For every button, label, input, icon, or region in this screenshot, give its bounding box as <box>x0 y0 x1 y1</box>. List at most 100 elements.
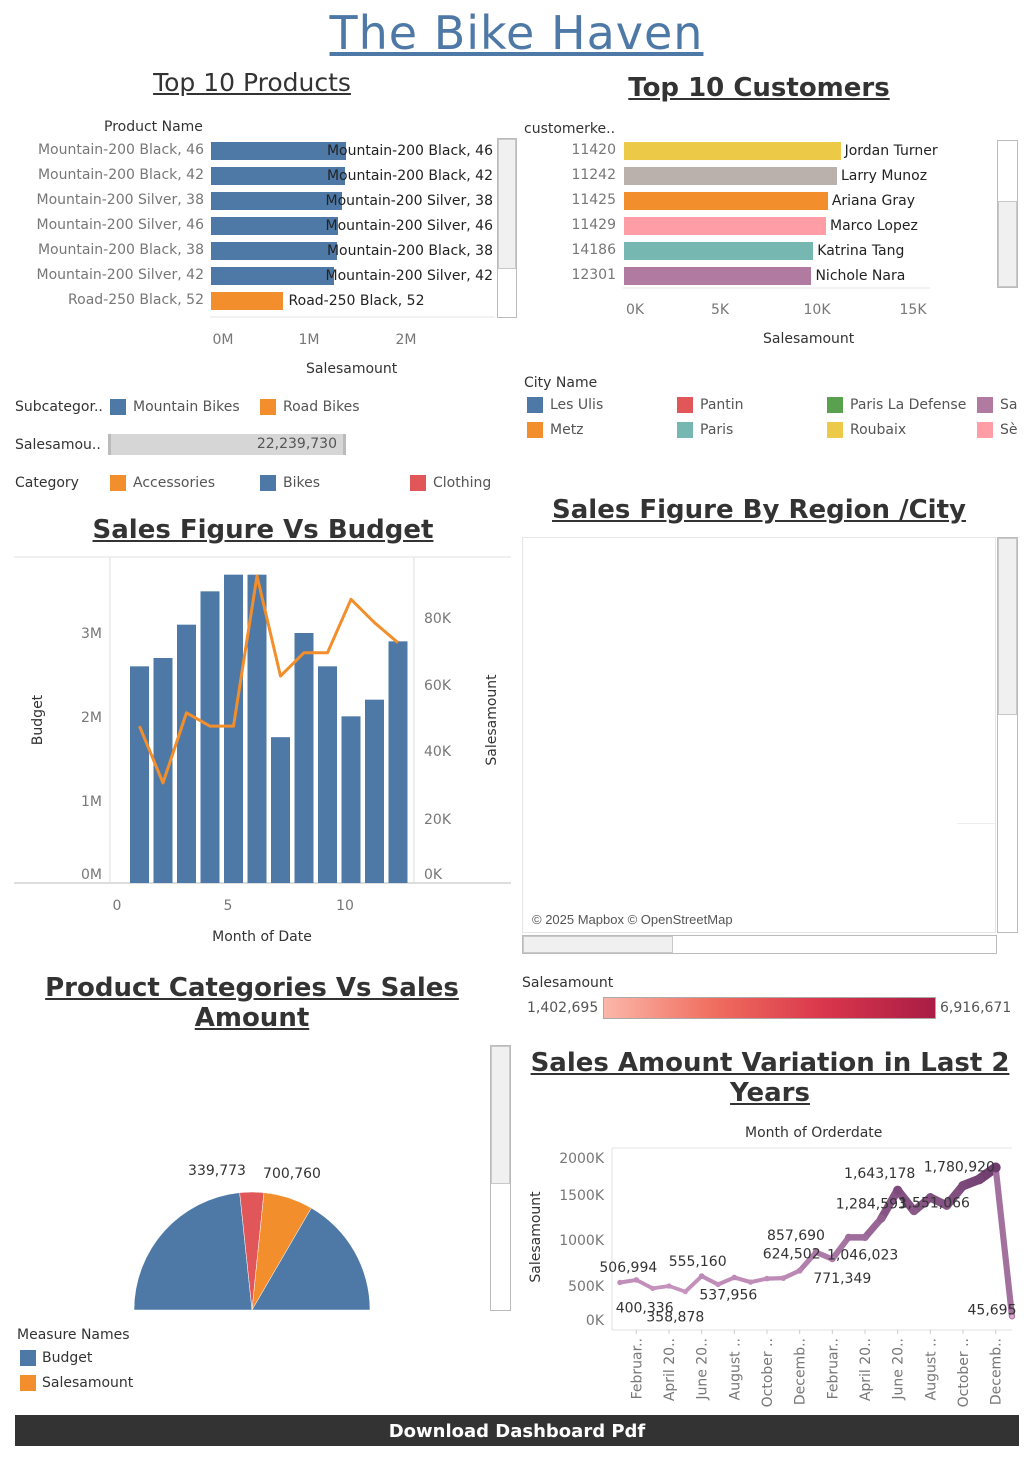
city-swatch[interactable] <box>527 422 543 438</box>
product-row-label[interactable]: Mountain-200 Black, 38 <box>38 242 204 258</box>
budget-slice[interactable] <box>133 1192 253 1311</box>
pie-scrollbar-thumb[interactable] <box>491 1046 510 1184</box>
variation-point[interactable] <box>698 1273 705 1280</box>
variation-point[interactable] <box>764 1275 770 1282</box>
product-bar[interactable] <box>211 242 338 260</box>
variation-point[interactable] <box>682 1289 688 1295</box>
download-dashboard-pdf-button[interactable]: Download Dashboard Pdf <box>15 1415 1019 1446</box>
products-scrollbar-thumb[interactable] <box>498 139 516 269</box>
city-swatch[interactable] <box>827 422 843 438</box>
customer-key-label[interactable]: 14186 <box>571 242 616 258</box>
customers-scrollbar[interactable] <box>997 140 1018 288</box>
products-scrollbar[interactable] <box>497 138 517 318</box>
bikes-legend[interactable]: Bikes <box>283 475 320 491</box>
map-vertical-scrollbar-thumb[interactable] <box>998 538 1017 715</box>
variation-point[interactable] <box>617 1279 623 1286</box>
budget-bar[interactable] <box>130 666 149 883</box>
city-swatch[interactable] <box>677 422 693 438</box>
city-legend-item[interactable]: Sè <box>1000 422 1018 438</box>
customer-key-label[interactable]: 11242 <box>571 167 616 183</box>
customer-bar[interactable] <box>624 142 841 160</box>
variation-line-segment[interactable] <box>992 1164 1016 1320</box>
city-legend-item[interactable]: Pantin <box>700 397 744 413</box>
city-swatch[interactable] <box>977 397 993 413</box>
product-bar[interactable] <box>211 192 343 210</box>
road-bikes-legend[interactable]: Road Bikes <box>283 399 360 415</box>
budget-bar[interactable] <box>365 699 384 883</box>
variation-point[interactable] <box>845 1233 853 1242</box>
salesamount-range-slider[interactable]: 22,239,730 <box>108 434 346 455</box>
variation-point[interactable] <box>747 1279 754 1285</box>
customer-key-label[interactable]: 12301 <box>571 267 616 283</box>
map-horizontal-scrollbar-thumb[interactable] <box>523 936 673 953</box>
mountain-bikes-legend[interactable]: Mountain Bikes <box>133 399 240 415</box>
variation-point[interactable] <box>731 1274 738 1281</box>
map-attribution[interactable]: © 2025 Mapbox © OpenStreetMap <box>532 912 733 927</box>
budget-bar[interactable] <box>294 633 314 883</box>
variation-point[interactable] <box>650 1285 656 1292</box>
clothing-swatch[interactable] <box>410 475 426 491</box>
pie-scrollbar[interactable] <box>490 1045 511 1311</box>
budget-bar[interactable] <box>271 737 290 883</box>
variation-point[interactable] <box>974 1174 985 1185</box>
city-legend-item[interactable]: Paris La Defense <box>850 397 966 413</box>
budget-bar[interactable] <box>318 666 337 883</box>
customer-key-label[interactable]: 11420 <box>571 142 616 158</box>
customer-bar[interactable] <box>624 192 828 210</box>
city-swatch[interactable] <box>677 397 693 413</box>
product-bar[interactable] <box>211 217 339 235</box>
customer-key-label[interactable]: 11429 <box>571 217 616 233</box>
product-row-label[interactable]: Mountain-200 Black, 42 <box>38 167 204 183</box>
city-legend-item[interactable]: Metz <box>550 422 584 438</box>
map-horizontal-scrollbar[interactable] <box>522 935 997 954</box>
product-bar[interactable] <box>211 142 346 160</box>
clothing-legend[interactable]: Clothing <box>433 475 491 491</box>
product-row-label[interactable]: Road-250 Black, 52 <box>68 292 204 308</box>
budget-legend[interactable]: Budget <box>42 1350 92 1366</box>
budget-bar[interactable] <box>341 716 361 883</box>
product-bar[interactable] <box>211 292 283 310</box>
customer-bar[interactable] <box>624 167 837 185</box>
bikes-swatch[interactable] <box>260 475 276 491</box>
variation-point[interactable] <box>666 1283 672 1289</box>
customer-bar[interactable] <box>624 217 827 235</box>
accessories-legend[interactable]: Accessories <box>133 475 215 491</box>
product-row-label[interactable]: Mountain-200 Silver, 46 <box>37 217 204 233</box>
city-swatch[interactable] <box>977 422 993 438</box>
budget-bar[interactable] <box>200 591 220 883</box>
mountain-bikes-swatch[interactable] <box>110 399 126 415</box>
product-row-label[interactable]: Mountain-200 Black, 46 <box>38 142 204 158</box>
budget-bar[interactable] <box>388 641 408 883</box>
road-bikes-swatch[interactable] <box>260 399 276 415</box>
product-row-label[interactable]: Mountain-200 Silver, 38 <box>37 192 204 208</box>
variation-point[interactable] <box>958 1181 968 1191</box>
city-swatch[interactable] <box>527 397 543 413</box>
map-vertical-scrollbar[interactable] <box>997 537 1018 933</box>
budget-swatch[interactable] <box>20 1350 36 1366</box>
city-legend-item[interactable]: Les Ulis <box>550 397 603 413</box>
budget-bar[interactable] <box>224 574 243 883</box>
product-row-label[interactable]: Mountain-200 Silver, 42 <box>37 267 204 283</box>
variation-point[interactable] <box>780 1275 787 1281</box>
city-legend-item[interactable]: Paris <box>700 422 733 438</box>
variation-point[interactable] <box>893 1185 903 1195</box>
product-bar[interactable] <box>211 267 334 285</box>
customer-bar[interactable] <box>624 267 812 285</box>
city-legend-item[interactable]: Sa <box>1000 397 1017 413</box>
variation-point[interactable] <box>633 1277 640 1283</box>
variation-point[interactable] <box>715 1281 721 1288</box>
customer-bar[interactable] <box>624 242 814 260</box>
budget-bar[interactable] <box>177 624 196 883</box>
city-legend-item[interactable]: Roubaix <box>850 422 906 438</box>
customers-scrollbar-thumb[interactable] <box>998 201 1017 287</box>
product-bar[interactable] <box>211 167 345 185</box>
variation-point[interactable] <box>796 1267 803 1274</box>
salesamount-legend[interactable]: Salesamount <box>42 1375 133 1391</box>
accessories-swatch[interactable] <box>110 475 126 491</box>
region-map[interactable]: © 2025 Mapbox © OpenStreetMap <box>522 537 996 933</box>
variation-point[interactable] <box>861 1233 869 1242</box>
customer-key-label[interactable]: 11425 <box>571 192 616 208</box>
city-swatch[interactable] <box>827 397 843 413</box>
variation-point[interactable] <box>877 1214 886 1223</box>
salesamount-swatch[interactable] <box>20 1375 36 1391</box>
